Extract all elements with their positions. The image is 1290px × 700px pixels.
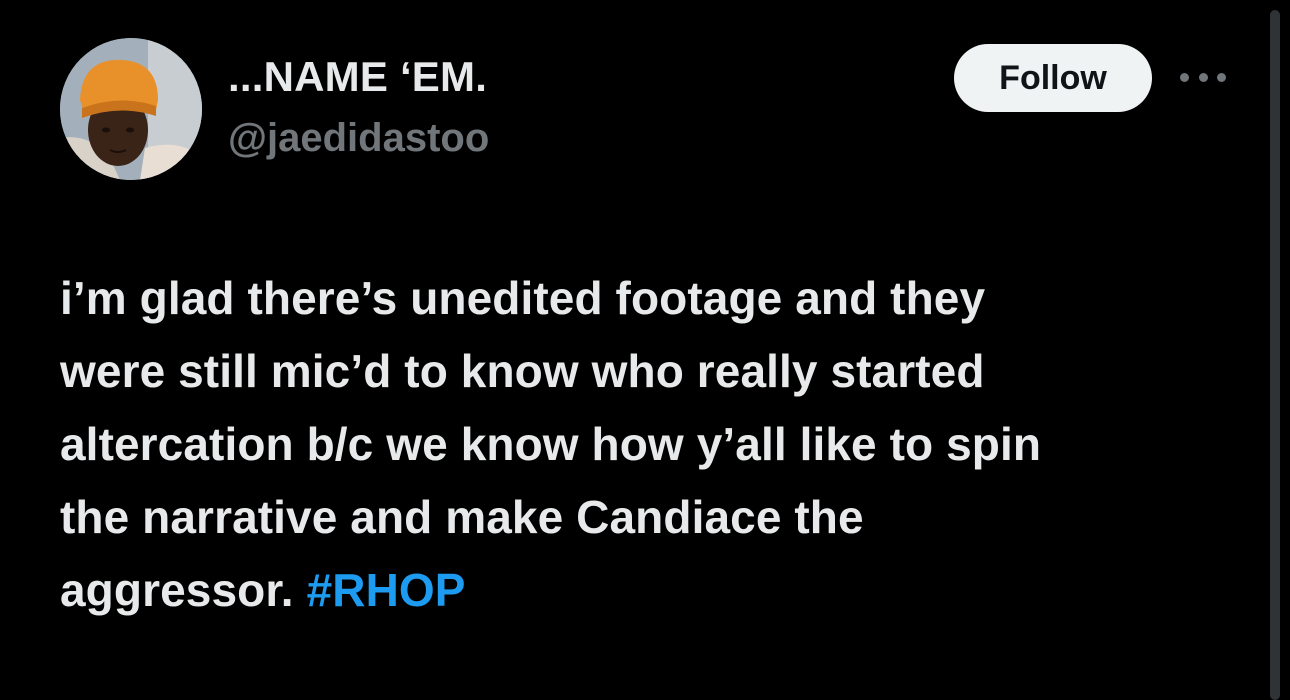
more-dot bbox=[1180, 72, 1189, 82]
scrollbar[interactable] bbox=[1270, 10, 1280, 700]
user-handle[interactable]: @jaedidastoo bbox=[228, 116, 489, 161]
avatar[interactable] bbox=[60, 38, 202, 180]
more-dot bbox=[1217, 72, 1226, 82]
profile-photo-icon bbox=[60, 38, 202, 180]
tweet-line-last: aggressor. #RHOP bbox=[60, 554, 1250, 627]
hashtag-link[interactable]: #RHOP bbox=[307, 564, 466, 616]
tweet-card: ...NAME ‘EM. @jaedidastoo Follow i’m gla… bbox=[0, 0, 1290, 700]
more-dot bbox=[1198, 72, 1208, 82]
display-name[interactable]: ...NAME ‘EM. bbox=[228, 53, 487, 101]
tweet-line: were still mic’d to know who really star… bbox=[60, 345, 985, 397]
more-horizontal-icon[interactable] bbox=[1180, 64, 1226, 90]
tweet-line-text: aggressor. bbox=[60, 564, 307, 616]
tweet-line: i’m glad there’s unedited footage and th… bbox=[60, 272, 986, 324]
tweet-line: altercation b/c we know how y’all like t… bbox=[60, 418, 1042, 470]
tweet-body: i’m glad there’s unedited footage and th… bbox=[60, 262, 1250, 627]
tweet-line: the narrative and make Candiace the bbox=[60, 491, 864, 543]
follow-button[interactable]: Follow bbox=[954, 44, 1152, 112]
